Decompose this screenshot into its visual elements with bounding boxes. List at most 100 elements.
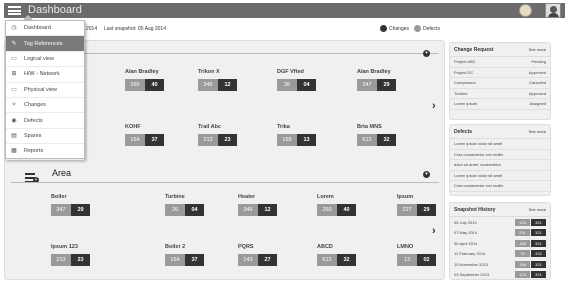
menu-item-logical-view[interactable]: ▭ Logical view — [6, 52, 84, 68]
change-request-panel: Change Request See more Project ABC Pendi… — [449, 42, 551, 120]
card-name: Boiler — [51, 194, 67, 200]
snapshot-history-row[interactable]: 05 July 2014 125 321 — [450, 217, 550, 228]
equipment-card[interactable]: Trika 158 13 — [277, 124, 316, 146]
card-defects-count: 158 — [277, 134, 297, 146]
card-values: 346 12 — [198, 79, 237, 91]
equipment-card[interactable]: DGF Vfted 26 04 — [277, 69, 316, 91]
menu-item-physical-view[interactable]: ▭ Physical view — [6, 83, 84, 98]
defect-row[interactable]: dolor sit amet, consectetur — [450, 160, 550, 171]
equipment-card[interactable]: Heater 346 12 — [238, 194, 277, 216]
area-section-next-icon[interactable]: › — [432, 225, 436, 237]
equipment-card[interactable]: Alan Bradley 347 29 — [357, 69, 396, 91]
card-defects-count: 26 — [165, 204, 185, 216]
defects-see-more-link[interactable]: See more — [529, 129, 546, 135]
legend-defects-swatch — [414, 25, 421, 32]
menu-item-dashboard[interactable]: ◷ Dashboard — [6, 21, 84, 37]
area-section-collapse-icon[interactable]: ▾ — [423, 171, 430, 178]
card-changes-count: 02 — [417, 254, 436, 266]
snapshot-defects-count: 76 — [515, 250, 530, 258]
equipment-card[interactable]: Boiler 2 154 37 — [165, 244, 204, 266]
legend-changes-swatch — [380, 25, 387, 32]
change-request-see-more-link[interactable]: See more — [529, 47, 546, 53]
snapshot-values: 123 321 — [515, 271, 546, 279]
menu-item-reports[interactable]: ▦ Reports — [6, 144, 84, 160]
equipment-card[interactable]: Trail Abc 213 23 — [198, 124, 237, 146]
last-snapshot-text: Last snapshot: 05 Aug 2014 — [104, 26, 166, 32]
card-name: PQRS — [238, 244, 254, 250]
equipment-card[interactable]: Ipsum 227 29 — [397, 194, 436, 216]
card-defects-count: 612 — [317, 254, 337, 266]
change-request-status: Approved — [528, 69, 546, 75]
top-section-next-icon[interactable]: › — [432, 100, 436, 112]
equipment-card[interactable]: Alan Bradley 260 40 — [125, 69, 164, 91]
menu-item-changes[interactable]: ✧ Changes — [6, 98, 84, 114]
equipment-card[interactable]: Ipsum 123 213 23 — [51, 244, 90, 266]
card-name: Lorem — [317, 194, 334, 200]
top-section-collapse-icon[interactable]: ▾ — [423, 50, 430, 57]
defects-panel: Defects See more Lorem ipsum dolor sit a… — [449, 124, 551, 196]
card-changes-count: 32 — [377, 134, 396, 146]
snapshot-history-header: Snapshot History See more — [450, 203, 550, 217]
equipment-card[interactable]: LMNO 13 02 — [397, 244, 436, 266]
equipment-card[interactable]: PQRS 143 27 — [238, 244, 277, 266]
card-name: Boiler 2 — [165, 244, 186, 250]
notification-icon[interactable] — [519, 4, 532, 17]
card-defects-count: 227 — [397, 204, 417, 216]
avatar[interactable] — [545, 3, 561, 18]
snapshot-date: 05 July 2014 — [454, 219, 477, 225]
defect-row[interactable]: Lorem ipsum dolor sit amet — [450, 171, 550, 181]
equipment-card[interactable]: KOHF 154 37 — [125, 124, 164, 146]
card-name: DGF Vfted — [277, 69, 304, 75]
menu-item-h-w-network[interactable]: ⊞ H/W - Network — [6, 67, 84, 83]
change-request-row[interactable]: Lorem ipsum Assigned — [450, 99, 550, 110]
card-defects-count: 612 — [357, 134, 377, 146]
snapshot-history-row[interactable]: 10 November 2013 156 321 — [450, 259, 550, 270]
snapshot-changes-count: 321 — [531, 218, 546, 226]
snapshot-values: 76 432 — [515, 250, 546, 258]
change-request-row[interactable]: Compressor Canceled — [450, 78, 550, 89]
change-request-row[interactable]: Project DC Approved — [450, 68, 550, 78]
card-values: 154 37 — [165, 254, 204, 266]
snapshot-defects-count: 156 — [515, 260, 530, 268]
change-request-title: Change Request — [454, 47, 494, 53]
defect-row[interactable]: Cras consectetur orci mollis — [450, 150, 550, 160]
equipment-card[interactable]: Brta MNS 612 32 — [357, 124, 396, 146]
dashboard-icon: ◷ — [11, 25, 17, 32]
snapshot-changes-count: 321 — [531, 260, 546, 268]
equipment-card[interactable]: ABCD 612 32 — [317, 244, 356, 266]
card-changes-count: 29 — [71, 204, 90, 216]
menu-item-label: Logical view — [24, 55, 54, 62]
card-changes-count: 12 — [218, 79, 237, 91]
snapshot-history-row[interactable]: 03 September 2013 123 321 — [450, 270, 550, 281]
change-request-row[interactable]: Turbine Approved — [450, 89, 550, 99]
defects-title: Defects — [454, 129, 473, 135]
menu-item-label: Defects — [24, 117, 43, 124]
equipment-card[interactable]: Turbine 26 04 — [165, 194, 204, 216]
change-request-status: Assigned — [529, 101, 546, 107]
defect-row[interactable]: Lorem ipsum dolor sit amet — [450, 139, 550, 150]
snapshot-history-row[interactable]: 11 February 2014 76 432 — [450, 249, 550, 260]
snapshot-date: 05 April 2014 — [454, 240, 478, 246]
card-values: 213 23 — [198, 134, 237, 146]
equipment-card[interactable]: Lorem 260 40 — [317, 194, 356, 216]
change-request-row[interactable]: Project ABC Pending — [450, 57, 550, 68]
equipment-card[interactable]: Boiler 347 29 — [51, 194, 90, 216]
snapshot-date: 11 February 2014 — [454, 251, 486, 257]
menu-item-spares[interactable]: ▤ Spares — [6, 129, 84, 145]
menu-item-defects[interactable]: ◉ Defects — [6, 113, 84, 129]
snapshot-defects-count: 156 — [515, 239, 530, 247]
change-request-name: Lorem ipsum — [454, 101, 478, 107]
snapshot-history-row[interactable]: 05 April 2014 156 321 — [450, 238, 550, 249]
hamburger-menu-icon[interactable] — [8, 6, 21, 15]
card-values: 213 23 — [51, 254, 90, 266]
snapshot-values: 125 321 — [515, 218, 546, 226]
defect-row[interactable]: Cras consectetur orci mollis — [450, 181, 550, 192]
snapshot-defects-count: 123 — [515, 271, 530, 279]
card-changes-count: 29 — [377, 79, 396, 91]
snapshot-history-see-more-link[interactable]: See more — [529, 207, 546, 213]
menu-item-tag-references[interactable]: ✎ Tag References — [6, 36, 84, 52]
menu-item-label: Dashboard — [24, 25, 51, 32]
change-request-name: Compressor — [454, 80, 476, 86]
snapshot-history-row[interactable]: 07 May 2014 231 321 — [450, 228, 550, 239]
equipment-card[interactable]: Trikon X 346 12 — [198, 69, 237, 91]
